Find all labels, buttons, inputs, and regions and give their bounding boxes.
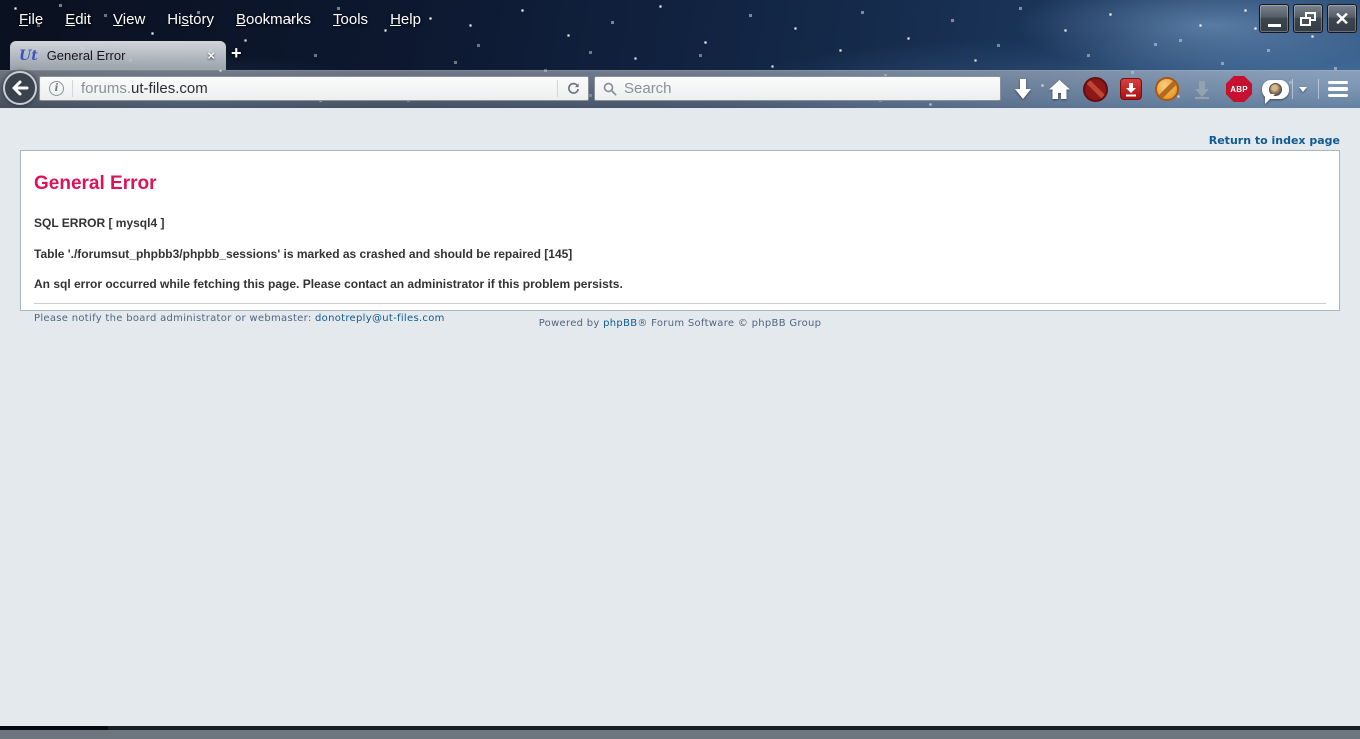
minimize-icon	[1268, 24, 1281, 27]
bottom-bar	[0, 730, 1360, 739]
back-button[interactable]	[3, 71, 37, 105]
menu-tools[interactable]: Tools	[322, 7, 379, 32]
error-detail-line: Table './forumsut_phpbb3/phpbb_sessions'…	[34, 247, 1326, 261]
menu-view[interactable]: View	[102, 7, 156, 32]
tab-title: General Error	[47, 48, 206, 63]
phpbb-link[interactable]: phpBB	[603, 318, 637, 329]
tab-close-icon[interactable]: ×	[205, 48, 217, 63]
page-title: General Error	[34, 173, 1326, 195]
back-arrow-icon	[10, 78, 30, 98]
menu-edit[interactable]: Edit	[54, 7, 102, 32]
reload-separator	[557, 80, 558, 97]
orange-ball-icon	[1155, 77, 1179, 101]
chevron-down-icon	[1299, 87, 1307, 92]
close-icon: ✕	[1334, 10, 1349, 28]
reload-icon[interactable]	[566, 81, 581, 96]
footer-suffix: ® Forum Software © phpBB Group	[637, 318, 821, 329]
menu-history[interactable]: History	[156, 7, 225, 32]
home-button[interactable]	[1041, 70, 1077, 108]
abp-icon: ABP	[1226, 76, 1252, 102]
sql-error-line: SQL ERROR [ mysql4 ]	[34, 216, 1326, 230]
toolbar-separator	[1318, 79, 1319, 99]
download-arrow-icon	[1013, 78, 1033, 100]
error-message-line: An sql error occurred while fetching thi…	[34, 277, 1326, 291]
menu-file[interactable]: File	[8, 7, 54, 32]
restore-button[interactable]	[1293, 4, 1323, 33]
blocked-icon	[1083, 77, 1108, 102]
footer-prefix: Powered by	[539, 318, 603, 329]
page-footer: Powered by phpBB® Forum Software © phpBB…	[0, 318, 1360, 329]
home-icon	[1048, 79, 1071, 100]
menu-button[interactable]	[1320, 70, 1356, 108]
menu-bookmarks[interactable]: Bookmarks	[225, 7, 322, 32]
url-separator	[72, 80, 73, 97]
error-panel: General Error SQL ERROR [ mysql4 ] Table…	[20, 150, 1340, 311]
browser-chrome: FileEditViewHistoryBookmarksToolsHelp ✕ …	[0, 0, 1360, 108]
search-input[interactable]: Search	[594, 76, 1001, 101]
download-manager-button[interactable]	[1184, 70, 1220, 108]
search-placeholder: Search	[624, 80, 672, 97]
video-download-helper-button[interactable]	[1113, 70, 1149, 108]
browser-tab[interactable]: Ut General Error ×	[10, 41, 226, 70]
extension-dropdown-button[interactable]	[1288, 70, 1318, 108]
site-info-icon[interactable]: i	[49, 81, 64, 96]
menu-help[interactable]: Help	[379, 7, 432, 32]
url-bar[interactable]: i forums.ut-files.com	[39, 76, 589, 101]
minimize-button[interactable]	[1259, 4, 1289, 33]
content-blocker-button[interactable]	[1077, 70, 1113, 108]
starfield-decor	[0, 0, 1, 1]
menu-bar: FileEditViewHistoryBookmarksToolsHelp	[8, 2, 432, 36]
window-controls: ✕	[1259, 4, 1357, 33]
page-content: Return to index page General Error SQL E…	[0, 108, 1360, 726]
hamburger-icon	[1328, 81, 1348, 98]
avatar	[1269, 83, 1282, 96]
url-text[interactable]: forums.ut-files.com	[81, 80, 208, 97]
downloads-button[interactable]	[1005, 70, 1041, 108]
red-download-icon	[1120, 78, 1142, 100]
restore-icon	[1300, 12, 1316, 26]
proxy-extension-button[interactable]	[1149, 70, 1185, 108]
gray-download-icon	[1193, 80, 1211, 99]
tab-favicon-icon: Ut	[19, 48, 38, 64]
search-icon	[603, 82, 617, 96]
chat-bubble-icon	[1262, 80, 1289, 99]
return-to-index-link[interactable]: Return to index page	[1209, 134, 1340, 147]
close-button[interactable]: ✕	[1327, 4, 1357, 33]
divider	[34, 303, 1326, 304]
adblock-plus-button[interactable]: ABP	[1221, 70, 1257, 108]
new-tab-button[interactable]: +	[231, 44, 242, 62]
